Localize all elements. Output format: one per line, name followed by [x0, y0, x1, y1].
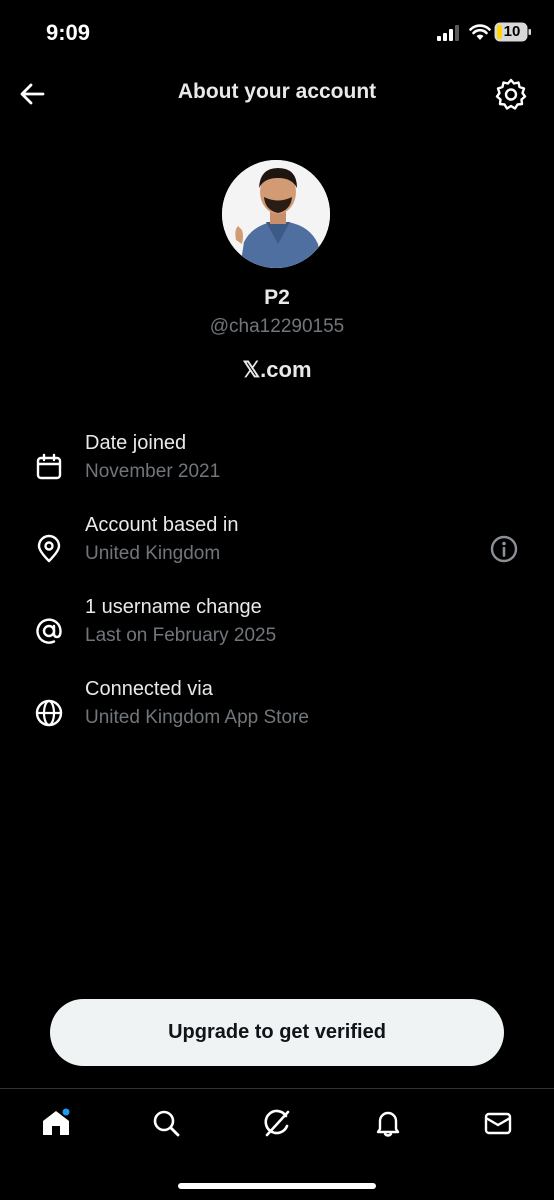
status-bar: 9:09 10 — [0, 0, 554, 64]
info-row-title: 1 username change — [85, 596, 262, 618]
info-row-connected-via: Connected via United Kingdom App Store — [0, 678, 554, 748]
info-row-subtitle: November 2021 — [85, 461, 221, 482]
display-name: P2 — [264, 286, 290, 309]
mail-icon[interactable] — [482, 1107, 514, 1139]
upgrade-verified-button[interactable]: Upgrade to get verified — [50, 999, 504, 1066]
battery-level: 10 — [503, 23, 521, 40]
user-handle: @cha12290155 — [209, 316, 345, 337]
info-row-subtitle: United Kingdom — [85, 543, 221, 564]
globe-icon — [35, 699, 63, 727]
grok-icon[interactable] — [261, 1107, 293, 1139]
info-circle-icon[interactable] — [489, 534, 519, 564]
home-icon[interactable] — [40, 1107, 72, 1139]
at-sign-icon — [36, 618, 62, 644]
info-row-date-joined: Date joined November 2021 — [0, 432, 554, 502]
header: About your account — [0, 72, 554, 116]
info-row-subtitle: United Kingdom App Store — [85, 707, 309, 728]
avatar-photo — [222, 160, 330, 268]
signal-icon — [437, 25, 459, 41]
info-row-subtitle: Last on February 2025 — [85, 625, 277, 646]
bell-icon[interactable] — [372, 1107, 404, 1139]
site-label: 𝕏.com — [242, 357, 312, 382]
info-row-account-based-in: Account based in United Kingdom — [0, 514, 554, 584]
info-row-username-change: 1 username change Last on February 2025 — [0, 596, 554, 666]
gear-icon[interactable] — [494, 77, 528, 111]
search-icon[interactable] — [150, 1107, 182, 1139]
info-row-title: Account based in — [85, 514, 239, 536]
home-indicator — [178, 1183, 376, 1189]
wifi-icon — [469, 24, 491, 40]
info-row-title: Connected via — [85, 678, 213, 700]
avatar[interactable] — [222, 160, 330, 268]
info-row-title: Date joined — [85, 432, 187, 454]
bottom-tab-bar — [0, 1088, 554, 1159]
status-time: 9:09 — [46, 20, 91, 45]
location-pin-icon — [37, 534, 61, 563]
page-title: About your account — [177, 80, 377, 103]
calendar-icon — [36, 453, 62, 480]
